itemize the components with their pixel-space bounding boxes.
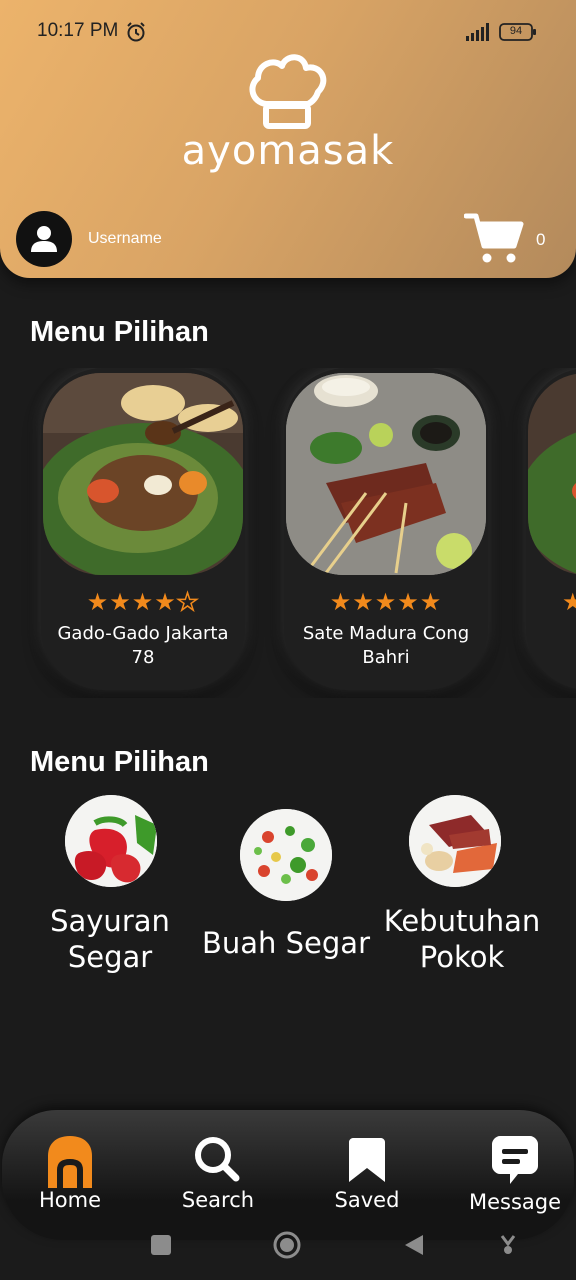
nav-message[interactable]: Message [455,1110,575,1220]
back-icon[interactable] [403,1233,425,1257]
avatar[interactable] [16,211,72,267]
menu-card-title: Sate Madura Cong Bahri [302,623,470,668]
cart-icon[interactable] [464,212,524,266]
star-filled-icon: ★ [374,588,398,616]
battery-level: 94 [509,25,523,37]
star-filled-icon: ★ [131,588,155,616]
protein-image [409,795,501,887]
status-time: 10:17 PM [37,20,119,41]
category-label: Buah Segar [202,926,370,960]
rating-stars: ★★★★★ [284,588,488,616]
menu-card-sate-madura[interactable]: ★★★★★ Sate Madura Cong Bahri [284,368,488,690]
menu-card-gado-gado[interactable]: ★★★★★ Gado-Gado Jakarta 78 [41,368,245,690]
bottom-navigation: Home Search Saved Message [2,1110,574,1240]
category-label: Kebutuhan [383,904,541,938]
app-logo-text: ayomasak [181,128,395,174]
category-label-line2: Segar [67,940,153,974]
rating-stars: ★★★★★ [41,587,245,617]
star-empty-icon: ★ [176,587,200,617]
nav-label: Saved [334,1188,400,1212]
keyboard-hide-icon[interactable] [498,1234,518,1256]
nav-label: Home [38,1188,101,1212]
rating-stars-partial: ★ [562,588,576,616]
menu-card-title: Gado-Gado Jakarta 78 [57,623,229,668]
star-filled-icon: ★ [86,588,110,616]
nav-search[interactable]: Search [158,1110,278,1220]
nav-saved[interactable]: Saved [307,1110,427,1220]
category-label: Sayuran [50,904,170,938]
partial-card-image [528,373,576,575]
featured-section-title: Menu Pilihan [30,316,209,348]
app-header: 10:17 PM 94 ayomasak Username 0 [0,0,576,278]
home-system-icon[interactable] [272,1230,302,1260]
star-filled-icon: ★ [419,588,443,616]
home-icon [48,1136,92,1188]
user-icon [31,226,57,252]
cart-count: 0 [536,230,546,249]
star-filled-icon: ★ [397,588,420,616]
menu-card-partial[interactable]: ★ [526,368,576,690]
nav-label: Search [181,1188,255,1212]
chef-hat-icon [249,54,327,129]
gado-gado-image [43,373,243,575]
bookmark-icon [349,1138,385,1182]
star-filled-icon: ★ [154,588,177,616]
nav-home[interactable]: Home [10,1110,130,1220]
categories-section-title: Menu Pilihan [30,746,209,778]
star-filled-icon: ★ [352,588,375,616]
signal-icon [466,23,489,41]
salad-image [240,809,332,901]
alarm-icon [127,22,145,42]
nav-label: Message [468,1190,562,1214]
message-icon [492,1136,538,1184]
search-icon [195,1137,240,1182]
username-label[interactable]: Username [88,230,162,248]
star-filled-icon: ★ [109,588,132,616]
star-filled-icon: ★ [329,588,353,616]
system-navigation-bar [0,1226,576,1266]
featured-carousel[interactable]: ★★★★★ Gado-Gado Jakarta 78 ★★★★★ Sate Ma… [0,368,576,698]
sate-image [286,373,486,575]
category-label-line2: Pokok [419,940,505,974]
strawberry-image [65,795,157,887]
recents-icon[interactable] [150,1234,172,1256]
